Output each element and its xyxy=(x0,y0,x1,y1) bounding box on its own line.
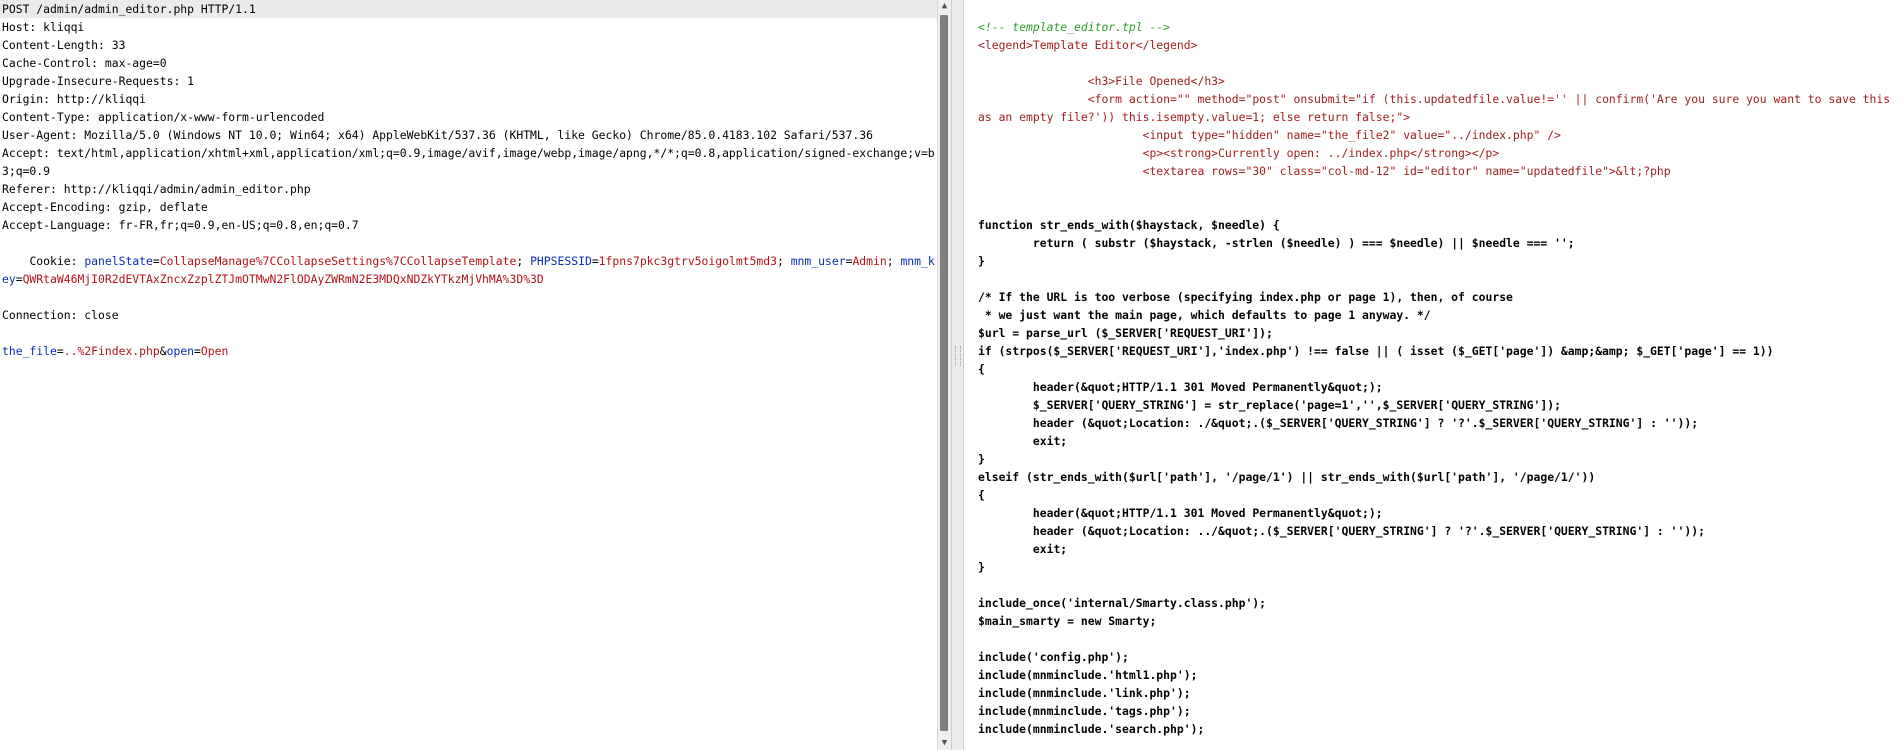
response-code-line: include(mnminclude.'html1.php'); xyxy=(978,668,1198,682)
request-header-line: Accept: text/html,application/xhtml+xml,… xyxy=(2,146,935,178)
cookie-value: CollapseManage%7CCollapseSettings%7CColl… xyxy=(159,254,517,268)
param-name: the_file xyxy=(2,344,57,358)
scroll-down-arrow-icon[interactable]: ▼ xyxy=(938,737,951,750)
response-code-line: /* If the URL is too verbose (specifying… xyxy=(978,290,1513,304)
response-code-line: include(mnminclude.'link.php'); xyxy=(978,686,1191,700)
response-code-line: } xyxy=(978,452,985,466)
response-code-line: exit; xyxy=(978,434,1068,448)
response-code-line: header (&quot;Location: ./&quot;.($_SERV… xyxy=(978,416,1699,430)
response-code-line: header (&quot;Location: ../&quot;.($_SER… xyxy=(978,524,1705,538)
param-separator: & xyxy=(159,344,167,358)
response-code-line: <form action="" method="post" onsubmit="… xyxy=(978,92,1897,124)
cookie-value: Admin xyxy=(852,254,887,268)
response-code-line: <p><strong>Currently open: ../index.php<… xyxy=(978,146,1500,160)
response-code-line: if (strpos($_SERVER['REQUEST_URI'],'inde… xyxy=(978,344,1774,358)
cookie-name: mnm_user xyxy=(790,254,846,268)
response-code-line: return ( substr ($haystack, -strlen ($ne… xyxy=(978,236,1575,250)
request-header-line: Accept-Language: fr-FR,fr;q=0.9,en-US;q=… xyxy=(2,218,359,232)
response-code-line: $main_smarty = new Smarty; xyxy=(978,614,1157,628)
request-header-line: Content-Type: application/x-www-form-url… xyxy=(2,110,325,124)
cookie-value: 1fpns7pkc3gtrv5oigolmt5md3 xyxy=(598,254,777,268)
response-code-line: <input type="hidden" name="the_file2" va… xyxy=(978,128,1561,142)
response-code-line: include(mnminclude.'search.php'); xyxy=(978,722,1205,736)
request-header-line: Upgrade-Insecure-Requests: 1 xyxy=(2,74,195,88)
response-code-line xyxy=(978,270,1903,288)
response-code-line xyxy=(978,54,1903,72)
cookie-separator: ; xyxy=(886,254,901,268)
request-header-line: Referer: http://kliqqi/admin/admin_edito… xyxy=(2,182,311,196)
cookie-equals: = xyxy=(591,254,599,268)
response-code-line: * we just want the main page, which defa… xyxy=(978,308,1431,322)
response-body: <!-- template_editor.tpl --> <legend>Temp… xyxy=(964,0,1903,738)
cookie-name: panelState xyxy=(84,254,153,268)
request-header-line: Origin: http://kliqqi xyxy=(2,92,147,106)
cookie-separator: ; xyxy=(516,254,531,268)
response-code-line: include('config.php'); xyxy=(978,650,1129,664)
cookie-header: Cookie: panelState=CollapseManage%7CColl… xyxy=(0,234,937,306)
response-code-line: $_SERVER['QUERY_STRING'] = str_replace('… xyxy=(978,398,1561,412)
param-value: ..%2Findex.php xyxy=(63,344,160,358)
response-code-line: function str_ends_with($haystack, $needl… xyxy=(978,218,1280,232)
cookie-list: panelState=CollapseManage%7CCollapseSett… xyxy=(2,254,935,286)
splitter-grip-icon[interactable] xyxy=(955,346,961,366)
cookie-equals: = xyxy=(15,272,23,286)
response-pane[interactable]: <!-- template_editor.tpl --> <legend>Temp… xyxy=(964,0,1903,750)
response-code-line xyxy=(978,198,1903,216)
request-header-line: Cache-Control: max-age=0 xyxy=(2,56,167,70)
response-code-line: { xyxy=(978,362,985,376)
param-equals: = xyxy=(56,344,64,358)
request-scrollbar[interactable]: ▲ ▼ xyxy=(937,0,951,750)
cookie-value: QWRtaW46MjI0R2dEVTAxZncxZzplZTJmOTMwN2Fl… xyxy=(22,272,544,286)
connection-header: Connection: close xyxy=(2,308,119,322)
request-body: the_file=..%2Findex.php&open=Open xyxy=(0,342,937,360)
request-headers: Host: kliqqi Content-Length: 33 Cache-Cont… xyxy=(0,18,937,234)
response-code-line: <!-- template_editor.tpl --> xyxy=(978,20,1171,34)
response-code-line: } xyxy=(978,560,985,574)
request-header-line: Content-Length: 33 xyxy=(2,38,126,52)
param-name: open xyxy=(166,344,195,358)
response-code-line: elseif (str_ends_with($url['path'], '/pa… xyxy=(978,470,1596,484)
response-code-line: <legend>Template Editor</legend> xyxy=(978,38,1198,52)
response-code-line xyxy=(978,180,1903,198)
request-pane[interactable]: POST /admin/admin_editor.php HTTP/1.1 Ho… xyxy=(0,0,937,750)
pane-splitter[interactable] xyxy=(951,0,964,750)
response-code-line xyxy=(978,630,1903,648)
scroll-up-arrow-icon[interactable]: ▲ xyxy=(938,0,951,13)
response-code-line: header(&quot;HTTP/1.1 301 Moved Permanen… xyxy=(978,380,1383,394)
response-code-line: <textarea rows="30" class="col-md-12" id… xyxy=(978,164,1671,178)
request-line: POST /admin/admin_editor.php HTTP/1.1 xyxy=(0,0,937,18)
response-code-line: <h3>File Opened</h3> xyxy=(978,74,1225,88)
scrollbar-thumb[interactable] xyxy=(940,15,948,731)
cookie-label: Cookie: xyxy=(29,254,85,268)
cookie-name: PHPSESSID xyxy=(530,254,592,268)
headers-body-gap xyxy=(0,324,937,342)
cookie-separator: ; xyxy=(776,254,791,268)
response-code-line: } xyxy=(978,254,985,268)
response-code-line: header(&quot;HTTP/1.1 301 Moved Permanen… xyxy=(978,506,1383,520)
response-code-line: $url = parse_url ($_SERVER['REQUEST_URI'… xyxy=(978,326,1273,340)
response-code-line xyxy=(978,576,1903,594)
request-header-line: User-Agent: Mozilla/5.0 (Windows NT 10.0… xyxy=(2,128,873,142)
param-value: Open xyxy=(200,344,229,358)
cookie-equals: = xyxy=(152,254,160,268)
request-header-line: Accept-Encoding: gzip, deflate xyxy=(2,200,208,214)
param-equals: = xyxy=(194,344,201,358)
response-code-line: exit; xyxy=(978,542,1068,556)
request-header-line: Host: kliqqi xyxy=(2,20,85,34)
response-code-line: include(mnminclude.'tags.php'); xyxy=(978,704,1191,718)
response-code-line: include_once('internal/Smarty.class.php'… xyxy=(978,596,1267,610)
response-code-line: { xyxy=(978,488,985,502)
